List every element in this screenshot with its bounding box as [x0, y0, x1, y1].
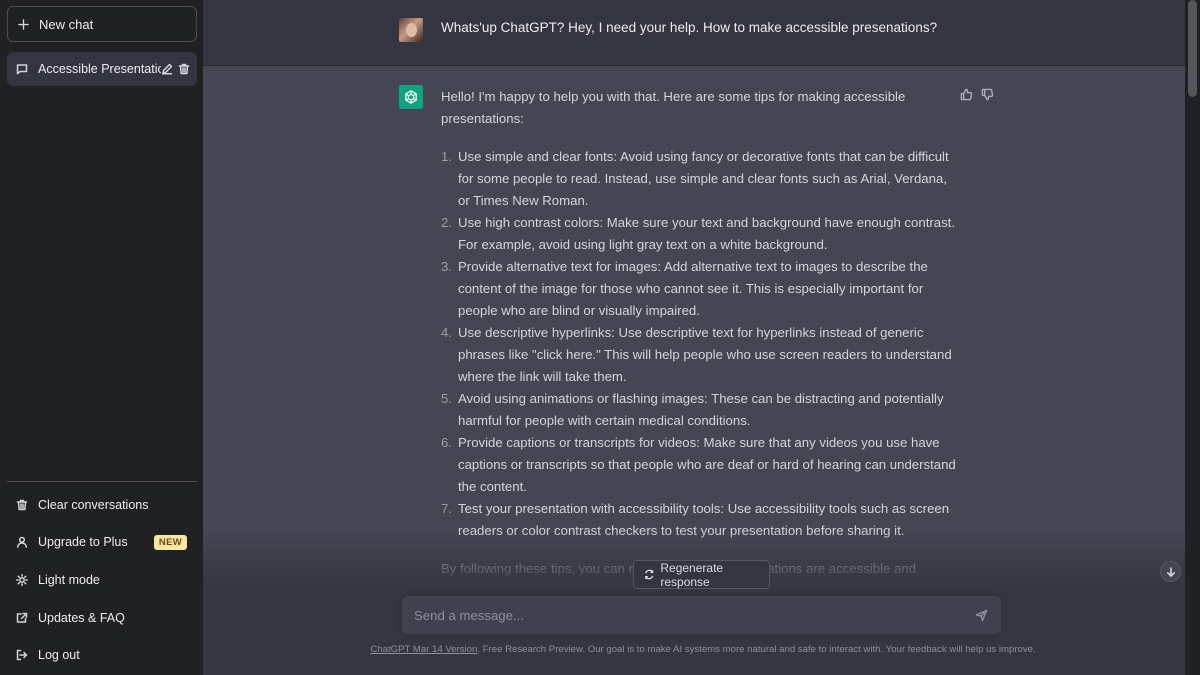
- list-item: 5. Avoid using animations or flashing ima…: [441, 391, 944, 428]
- arrow-down-icon: [1166, 566, 1175, 577]
- thumbs-up-icon[interactable]: [960, 88, 973, 101]
- regenerate-response-button[interactable]: Regenerate response: [633, 560, 770, 589]
- new-chat-label: New chat: [39, 16, 94, 32]
- logout-icon: [16, 649, 28, 661]
- scrollbar-thumb[interactable]: [1188, 0, 1197, 97]
- upgrade-to-plus-button[interactable]: Upgrade to Plus NEW: [7, 524, 197, 562]
- version-link[interactable]: ChatGPT Mar 14 Version: [370, 644, 477, 655]
- menu-label: Light mode: [38, 572, 100, 587]
- user-message-row: Whats'up ChatGPT? Hey, I need your help.…: [203, 0, 1185, 66]
- feedback-buttons: [960, 88, 994, 101]
- conversation-label: Accessible Presentation: [38, 62, 161, 76]
- chatgpt-logo-icon: [399, 85, 423, 109]
- user-icon: [17, 537, 27, 549]
- list-item: 4. Use descriptive hyperlinks: Use descri…: [441, 325, 952, 384]
- menu-label: Updates & FAQ: [38, 610, 125, 625]
- assistant-answer: Hello! I'm happy to help you with that. …: [441, 86, 961, 602]
- message-input[interactable]: [414, 596, 964, 634]
- chat-main: Whats'up ChatGPT? Hey, I need your help.…: [203, 0, 1185, 675]
- regenerate-label: Regenerate response: [660, 560, 724, 589]
- tips-list: 1. Use simple and clear fonts: Avoid usin…: [441, 146, 961, 542]
- sun-icon: [16, 574, 28, 586]
- send-button[interactable]: [975, 609, 988, 622]
- chat-bubble-icon: [16, 64, 28, 75]
- sidebar: New chat Accessible Presentation Clear c…: [0, 0, 203, 675]
- answer-intro: Hello! I'm happy to help you with that. …: [441, 89, 906, 126]
- pencil-icon[interactable]: [161, 63, 173, 75]
- message-composer: [402, 596, 1001, 634]
- sidebar-divider: [7, 481, 197, 482]
- sidebar-menu: Clear conversations Upgrade to Plus NEW …: [7, 486, 197, 674]
- footer-text: . Free Research Preview. Our goal is to …: [477, 644, 1036, 655]
- new-chat-button[interactable]: New chat: [7, 6, 197, 42]
- scroll-to-bottom-button[interactable]: [1160, 561, 1181, 582]
- log-out-button[interactable]: Log out: [7, 636, 197, 674]
- trash-icon: [16, 499, 28, 511]
- plus-icon: [18, 18, 29, 30]
- scrollbar[interactable]: [1185, 0, 1200, 675]
- menu-label: Clear conversations: [38, 497, 149, 512]
- list-item: 3. Provide alternative text for images: A…: [441, 259, 928, 318]
- list-item: 2. Use high contrast colors: Make sure yo…: [441, 215, 956, 252]
- user-avatar: [399, 18, 423, 42]
- updates-faq-link[interactable]: Updates & FAQ: [7, 599, 197, 637]
- clear-conversations-button[interactable]: Clear conversations: [7, 486, 197, 524]
- menu-label: Upgrade to Plus: [38, 535, 128, 550]
- send-icon: [975, 609, 988, 622]
- list-item: 6. Provide captions or transcripts for vi…: [441, 435, 956, 494]
- menu-label: Log out: [38, 648, 80, 663]
- list-item: 7. Test your presentation with accessibil…: [441, 501, 950, 538]
- new-badge: NEW: [153, 534, 187, 550]
- list-item: 1. Use simple and clear fonts: Avoid usin…: [441, 149, 949, 208]
- refresh-icon: [645, 569, 654, 580]
- footer-disclaimer: ChatGPT Mar 14 Version. Free Research Pr…: [203, 644, 1200, 655]
- trash-icon[interactable]: [178, 63, 190, 75]
- thumbs-down-icon[interactable]: [981, 88, 994, 101]
- external-link-icon: [16, 612, 28, 623]
- light-mode-button[interactable]: Light mode: [7, 561, 197, 599]
- user-message-text: Whats'up ChatGPT? Hey, I need your help.…: [441, 20, 938, 35]
- conversation-item[interactable]: Accessible Presentation: [7, 52, 197, 86]
